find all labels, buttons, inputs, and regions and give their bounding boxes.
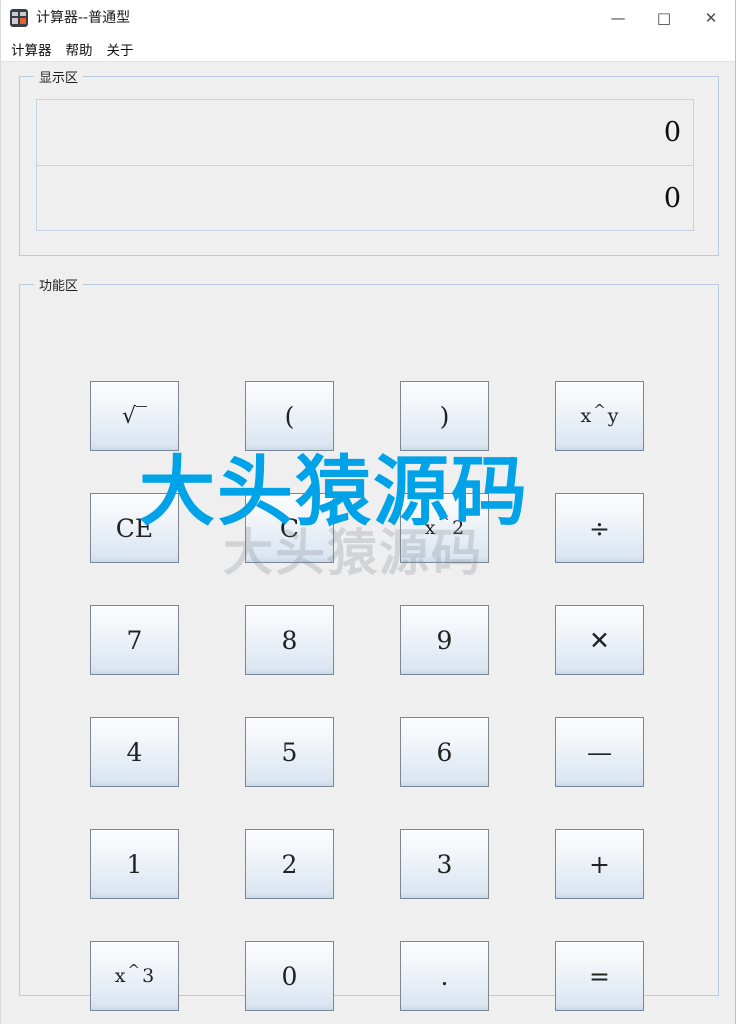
key-power-3[interactable]: x ^ 3 [90, 941, 179, 1011]
maximize-icon: □ [656, 8, 672, 27]
key-multiply[interactable]: ✕ [555, 605, 644, 675]
key-label: 8 [281, 625, 298, 655]
key-paren-close[interactable]: ) [400, 381, 489, 451]
key-digit-7[interactable]: 7 [90, 605, 179, 675]
key-digit-1[interactable]: 1 [90, 829, 179, 899]
display-result-value: 0 [663, 183, 681, 214]
key-digit-5[interactable]: 5 [245, 717, 334, 787]
menu-item-calculator[interactable]: 计算器 [11, 39, 52, 59]
title-bar: 计算器--普通型 — □ ✕ [1, 0, 735, 36]
key-equals[interactable]: = [555, 941, 644, 1011]
key-sqrt[interactable]: √‾ [90, 381, 179, 451]
key-digit-0[interactable]: 0 [245, 941, 334, 1011]
key-label: + [589, 849, 610, 879]
display-group: 显示区 0 0 [19, 67, 719, 256]
key-digit-2[interactable]: 2 [245, 829, 334, 899]
key-power-y[interactable]: x ^ y [555, 381, 644, 451]
key-label: C [279, 513, 300, 543]
close-icon: ✕ [704, 8, 718, 27]
key-label: 9 [436, 625, 453, 655]
key-label: 0 [281, 961, 298, 991]
key-label: x ^ y [580, 401, 619, 427]
calculator-icon [10, 9, 28, 27]
close-button[interactable]: ✕ [687, 0, 735, 36]
key-label: 2 [281, 849, 298, 879]
window-controls: — □ ✕ [595, 0, 735, 36]
key-digit-4[interactable]: 4 [90, 717, 179, 787]
display-result[interactable]: 0 [37, 166, 693, 231]
key-power-2[interactable]: x ^ 2 [400, 493, 489, 563]
key-label: ÷ [589, 513, 610, 543]
display-group-label: 显示区 [34, 67, 84, 86]
minimize-button[interactable]: — [595, 0, 641, 36]
key-digit-9[interactable]: 9 [400, 605, 489, 675]
key-add[interactable]: + [555, 829, 644, 899]
menu-item-about[interactable]: 关于 [107, 39, 134, 59]
key-label: 4 [126, 737, 143, 767]
key-label: = [589, 961, 610, 991]
keypad: √‾ () x ^ y CE Cx ^ 2 ÷ 7 8 9 ✕ 4 5 6 — 1 2 3 + x ^ 3 0. = [20, 285, 720, 1011]
key-label: 3 [436, 849, 453, 879]
key-digit-3[interactable]: 3 [400, 829, 489, 899]
key-label: 1 [126, 849, 143, 879]
client-area: 显示区 0 0 功能区 √‾() x ^ y CE Cx ^ 2 ÷ 7 8 9 ✕ 4 5 6—1 2 3 + x ^… [1, 62, 735, 1022]
menu-bar: 计算器 帮助 关于 [1, 36, 735, 62]
key-label: ( [284, 401, 295, 431]
key-decimal[interactable]: . [400, 941, 489, 1011]
key-digit-8[interactable]: 8 [245, 605, 334, 675]
calculator-window: 计算器--普通型 — □ ✕ 计算器 帮助 关于 显示区 0 0 功能区 √‾ … [0, 0, 736, 1024]
display-expression[interactable]: 0 [37, 100, 693, 166]
key-label: . [440, 961, 449, 991]
key-label: x ^ 3 [114, 961, 155, 987]
key-clear[interactable]: C [245, 493, 334, 563]
key-label: — [587, 737, 612, 767]
key-clear-entry[interactable]: CE [90, 493, 179, 563]
menu-item-help[interactable]: 帮助 [66, 39, 93, 59]
key-label: ✕ [589, 625, 610, 655]
display-panel: 0 0 [36, 99, 694, 231]
key-label: CE [115, 513, 154, 543]
key-subtract[interactable]: — [555, 717, 644, 787]
key-divide[interactable]: ÷ [555, 493, 644, 563]
key-label: ) [439, 401, 450, 431]
window-title: 计算器--普通型 [36, 10, 131, 26]
key-label: 7 [126, 625, 143, 655]
key-paren-open[interactable]: ( [245, 381, 334, 451]
function-group: 功能区 √‾() x ^ y CE Cx ^ 2 ÷ 7 8 9 ✕ 4 5 6—1 2 3 + x ^ 3 0. = [19, 275, 720, 1011]
display-expression-value: 0 [663, 117, 681, 148]
key-digit-6[interactable]: 6 [400, 717, 489, 787]
key-label: 5 [281, 737, 298, 767]
maximize-button[interactable]: □ [641, 0, 687, 36]
key-label: √‾ [121, 403, 148, 429]
key-label: 6 [436, 737, 453, 767]
key-label: x ^ 2 [424, 513, 465, 539]
minimize-icon: — [610, 8, 626, 27]
